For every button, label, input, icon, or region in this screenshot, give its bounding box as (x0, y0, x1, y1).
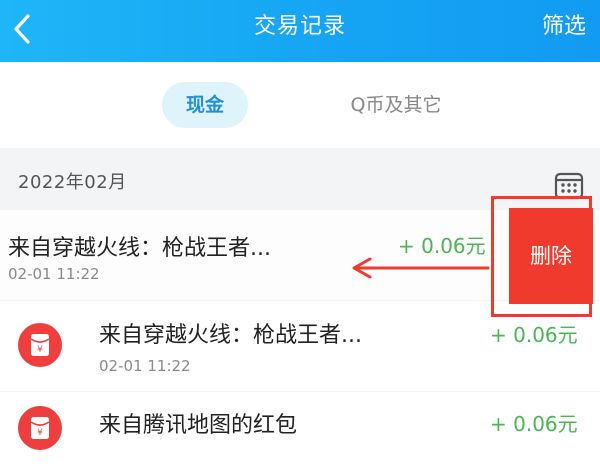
page-title: 交易记录 (253, 14, 346, 39)
top-bar: 交易记录 筛选 (0, 0, 600, 62)
currency-tabs: 现金 Q币及其它 (0, 62, 600, 148)
red-packet-icon: ¥ (18, 406, 62, 450)
record-title: 来自穿越火线：枪战王者... (99, 323, 362, 348)
svg-text:¥: ¥ (37, 345, 43, 355)
red-packet-icon: ¥ (18, 323, 62, 367)
record-amount: + 0.06元 (398, 234, 486, 258)
record-time: 02-01 11:22 (8, 265, 100, 283)
record-title: 来自穿越火线：枪战王者... (8, 236, 271, 261)
tab-qcoin-and-others[interactable]: Q币及其它 (326, 82, 466, 128)
tab-cash[interactable]: 现金 (162, 82, 248, 128)
record-time: 02-01 11:22 (99, 357, 191, 375)
record-title: 来自腾讯地图的红包 (99, 413, 298, 438)
filter-button[interactable]: 筛选 (542, 0, 586, 54)
month-label: 2022年02月 (18, 172, 127, 193)
list-item[interactable]: ¥ 来自腾讯地图的红包 + 0.06元 (0, 392, 600, 472)
delete-button[interactable]: 删除 (509, 208, 593, 304)
svg-text:¥: ¥ (37, 428, 43, 438)
arrow-left-icon (352, 257, 490, 279)
transaction-list: 2022年02月 来自穿越火线：枪战王者... 02-01 11:22 + 0.… (0, 148, 600, 472)
record-amount: + 0.06元 (490, 412, 578, 436)
record-amount: + 0.06元 (490, 323, 578, 347)
